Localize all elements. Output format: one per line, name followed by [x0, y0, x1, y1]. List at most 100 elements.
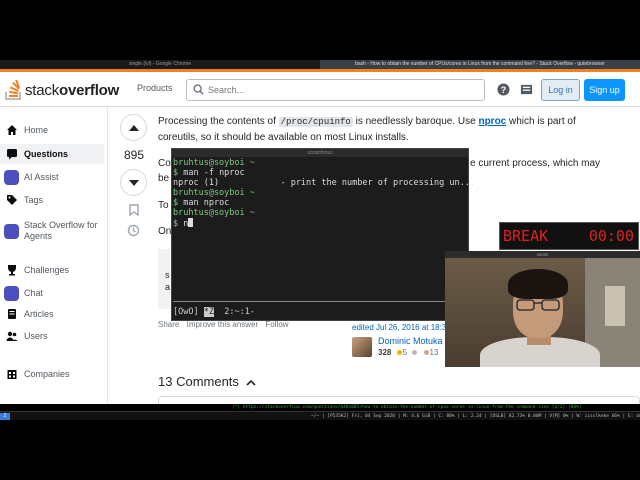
sidebar-item-label: Articles — [24, 309, 54, 319]
qutebrowser-window-title: bash - How to obtain the number of CPUs/… — [320, 60, 640, 69]
nproc-link[interactable]: nproc — [478, 116, 506, 127]
reputation-score: 328 — [378, 348, 392, 357]
comments-toggle[interactable]: 13 Comments — [158, 374, 256, 389]
sidebar-item-label-line1: Stack Overflow for — [24, 220, 98, 230]
upvote-button[interactable] — [120, 114, 147, 141]
editor-card: Dominic Motuka 328 5 13 — [352, 335, 452, 359]
questions-icon — [7, 149, 17, 160]
code-block: s a — [158, 249, 170, 309]
sidebar-item-questions[interactable]: Questions — [0, 144, 104, 164]
comments-count: 13 Comments — [158, 374, 239, 389]
terminal-prompt: bruhtus@soyboi ~ — [173, 158, 255, 168]
answer-text-fragment: Co — [158, 158, 171, 169]
answer-text: which is part of — [506, 116, 576, 127]
sidebar-item-home[interactable]: Home — [0, 122, 104, 138]
avatar[interactable] — [352, 337, 372, 357]
editor-reputation: 328 5 13 — [378, 348, 438, 357]
webcam-window: satitst — [445, 251, 640, 367]
terminal-command: man nproc — [178, 198, 230, 208]
terminal-output: nproc (1) - print the number of processi… — [173, 178, 475, 188]
answer-text: coreutils, so it should be available on … — [158, 132, 409, 143]
chat-icon — [4, 285, 19, 301]
sidebar-item-label: Challenges — [24, 265, 70, 275]
system-info: ~/~ | [P535K2] Fri, 04 Sep 2020 | M: 4.6… — [311, 414, 640, 419]
search-input[interactable] — [208, 83, 478, 97]
tags-icon — [7, 195, 17, 205]
sidebar-item-agents[interactable]: Stack Overflow for Agents — [0, 219, 104, 243]
login-button[interactable]: Log in — [541, 79, 580, 101]
sidebar-item-label-line2: Agents — [24, 231, 53, 241]
follow-link[interactable]: Follow — [265, 320, 288, 329]
achievements-icon[interactable] — [520, 83, 533, 96]
search-box[interactable] — [186, 79, 485, 101]
gold-badge-icon — [396, 350, 402, 355]
history-icon[interactable] — [127, 224, 140, 237]
terminal-line: nproc (1) - print the number of processi… — [173, 178, 475, 188]
comments-list — [158, 396, 640, 404]
help-icon[interactable]: ? — [497, 83, 510, 96]
browser-url: [*] https://stackoverflow.com/questions/… — [232, 405, 582, 410]
edited-text: edited Jul 26, 2016 at 18:3 — [352, 323, 447, 332]
editor-name[interactable]: Dominic Motuka — [378, 336, 443, 346]
answer-text: is needlessly baroque. Use — [352, 116, 479, 127]
improve-link[interactable]: Improve this answer — [187, 320, 259, 329]
challenges-icon — [8, 265, 16, 276]
answer-body: Processing the contents of /proc/cpuinfo… — [158, 114, 618, 145]
terminal-window[interactable]: scratchmux bruhtus@soyboi ~ $ man -f npr… — [171, 148, 475, 321]
share-link[interactable]: Share — [158, 320, 179, 329]
code-block-text: s — [165, 270, 170, 280]
post-menu: Share Improve this answer Follow — [158, 320, 294, 329]
edited-timestamp[interactable]: edited Jul 26, 2016 at 18:3 — [352, 323, 446, 332]
svg-text:?: ? — [501, 85, 507, 95]
stackoverflow-logo-icon — [5, 80, 21, 100]
sidebar-item-challenges[interactable]: Challenges — [0, 262, 104, 278]
tmux-session: [OwO] — [173, 307, 199, 317]
agents-icon — [4, 223, 19, 239]
answer-text-fragment: To — [158, 200, 169, 211]
sidebar-item-users[interactable]: Users — [0, 328, 104, 344]
sidebar-item-companies[interactable]: Companies — [0, 366, 104, 382]
site-logo[interactable]: stackoverflow — [5, 80, 119, 100]
glasses-icon — [516, 299, 560, 311]
answer-text-fragment: be — [158, 173, 170, 184]
sidebar-item-articles[interactable]: Articles — [0, 306, 104, 322]
users-icon — [6, 331, 18, 341]
terminal-cursor — [188, 218, 194, 227]
break-timer: BREAK 00:00 — [499, 222, 639, 250]
bookmark-icon[interactable] — [129, 204, 139, 216]
downvote-button[interactable] — [120, 169, 147, 196]
articles-icon — [8, 309, 16, 319]
sidebar-item-ai-assist[interactable]: AI Assist — [0, 167, 104, 187]
logo-word-bold: overflow — [59, 81, 120, 99]
site-header: stackoverflow Products ? Log in Sign up — [0, 69, 640, 107]
answer-text: Processing the contents of — [158, 116, 279, 127]
terminal-line: bruhtus@soyboi ~ — [173, 188, 255, 198]
timer-value: 00:00 — [588, 227, 634, 245]
terminal-title: scratchmux — [172, 149, 468, 157]
answer-text-fragment: On — [158, 226, 172, 237]
sidebar-item-chat[interactable]: Chat — [0, 283, 104, 303]
terminal-prompt: bruhtus@soyboi ~ — [173, 188, 255, 198]
terminal-line: $ man nproc — [173, 198, 229, 208]
workspace-indicator[interactable]: 2 — [0, 413, 10, 420]
inline-code: /proc/cpuinfo — [278, 117, 353, 127]
search-icon — [193, 84, 204, 95]
desktop-screen: single.(lvl) - Google Chrome bash - How … — [0, 0, 640, 480]
system-bar: 2 ~/~ | [P535K2] Fri, 04 Sep 2020 | M: 4… — [0, 411, 640, 420]
webcam-title: satitst — [445, 251, 640, 258]
terminal-line: $ man -f nproc — [173, 168, 245, 178]
sidebar-item-label: Home — [24, 125, 49, 135]
timer-label: BREAK — [503, 227, 549, 245]
sidebar-item-tags[interactable]: Tags — [0, 191, 104, 209]
terminal-command: man -f nproc — [178, 168, 245, 178]
answer-text-fragment: e current process, which may — [470, 158, 601, 169]
silver-badge-icon — [412, 350, 418, 355]
sidebar-item-label-multiline: Stack Overflow for Agents — [24, 220, 98, 242]
products-link[interactable]: Products — [137, 83, 173, 93]
terminal-prompt: bruhtus@soyboi ~ — [173, 208, 255, 218]
logo-wordmark: stackoverflow — [25, 82, 119, 99]
webcam-person-hair — [508, 269, 568, 299]
terminal-command: n — [178, 219, 189, 229]
home-icon — [7, 125, 17, 135]
signup-button[interactable]: Sign up — [584, 79, 625, 101]
